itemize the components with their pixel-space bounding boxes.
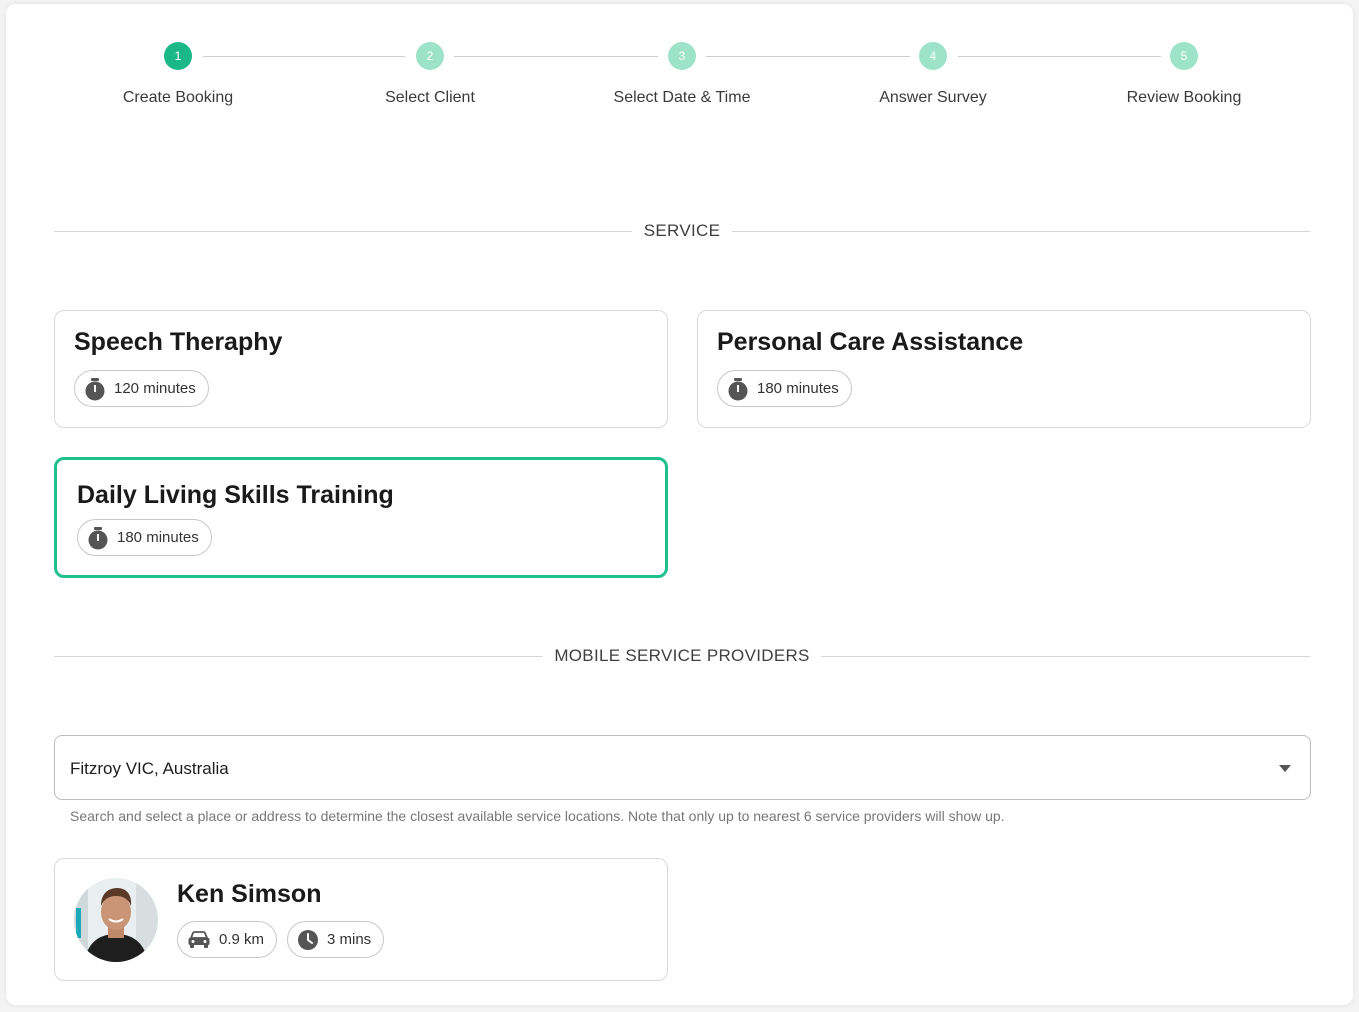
service-card-personal-care-assistance[interactable]: Personal Care Assistance 180 minutes — [697, 310, 1311, 428]
step-select-date-time[interactable]: 3 Select Date & Time — [582, 42, 782, 107]
stopwatch-icon — [88, 526, 108, 549]
service-name: Speech Theraphy — [74, 328, 283, 356]
duration-text: 180 minutes — [757, 380, 839, 397]
step-label: Review Booking — [1126, 89, 1242, 106]
location-helper-text: Search and select a place or address to … — [70, 808, 1005, 824]
service-card-daily-living-skills-training[interactable]: Daily Living Skills Training 180 minutes — [54, 457, 668, 578]
caret-down-icon[interactable] — [1279, 765, 1291, 772]
step-number-badge: 3 — [668, 42, 696, 70]
provider-card-ken-simson[interactable]: Ken Simson 0.9 km 3 mins — [54, 858, 668, 981]
car-icon — [188, 930, 210, 948]
providers-section-divider: MOBILE SERVICE PROVIDERS — [54, 646, 1310, 666]
step-label: Create Booking — [122, 89, 234, 106]
step-select-client[interactable]: 2 Select Client — [330, 42, 530, 107]
step-number-badge: 2 — [416, 42, 444, 70]
distance-text: 0.9 km — [219, 931, 265, 948]
step-number-badge: 1 — [164, 42, 192, 70]
location-select-value: Fitzroy VIC, Australia — [70, 759, 229, 778]
provider-name: Ken Simson — [177, 880, 322, 908]
distance-pill: 0.9 km — [177, 921, 278, 958]
booking-stepper: 1 Create Booking 2 Select Client 3 Selec… — [0, 0, 1359, 130]
step-label: Answer Survey — [879, 89, 987, 106]
step-review-booking[interactable]: 5 Review Booking — [1084, 42, 1284, 107]
step-label: Select Client — [385, 89, 475, 106]
clock-icon — [298, 929, 318, 950]
travel-time-pill: 3 mins — [287, 921, 385, 958]
providers-section-title: MOBILE SERVICE PROVIDERS — [542, 646, 822, 666]
step-answer-survey[interactable]: 4 Answer Survey — [833, 42, 1033, 107]
stopwatch-icon — [728, 377, 748, 400]
avatar — [74, 878, 158, 962]
stopwatch-icon — [85, 377, 105, 400]
service-name: Personal Care Assistance — [717, 328, 1024, 356]
step-number-badge: 5 — [1170, 42, 1198, 70]
service-section-divider: SERVICE — [54, 221, 1310, 241]
service-section-title: SERVICE — [631, 221, 733, 241]
duration-text: 120 minutes — [114, 380, 196, 397]
step-number-badge: 4 — [919, 42, 947, 70]
duration-pill: 120 minutes — [74, 370, 209, 407]
duration-text: 180 minutes — [117, 529, 199, 546]
step-label: Select Date & Time — [613, 89, 751, 106]
location-select[interactable]: Fitzroy VIC, Australia — [54, 735, 1311, 800]
duration-pill: 180 minutes — [717, 370, 852, 407]
duration-pill: 180 minutes — [77, 519, 212, 556]
service-card-speech-therapy[interactable]: Speech Theraphy 120 minutes — [54, 310, 668, 428]
step-create-booking[interactable]: 1 Create Booking — [78, 42, 278, 107]
travel-time-text: 3 mins — [327, 931, 372, 948]
service-name: Daily Living Skills Training — [77, 481, 394, 509]
